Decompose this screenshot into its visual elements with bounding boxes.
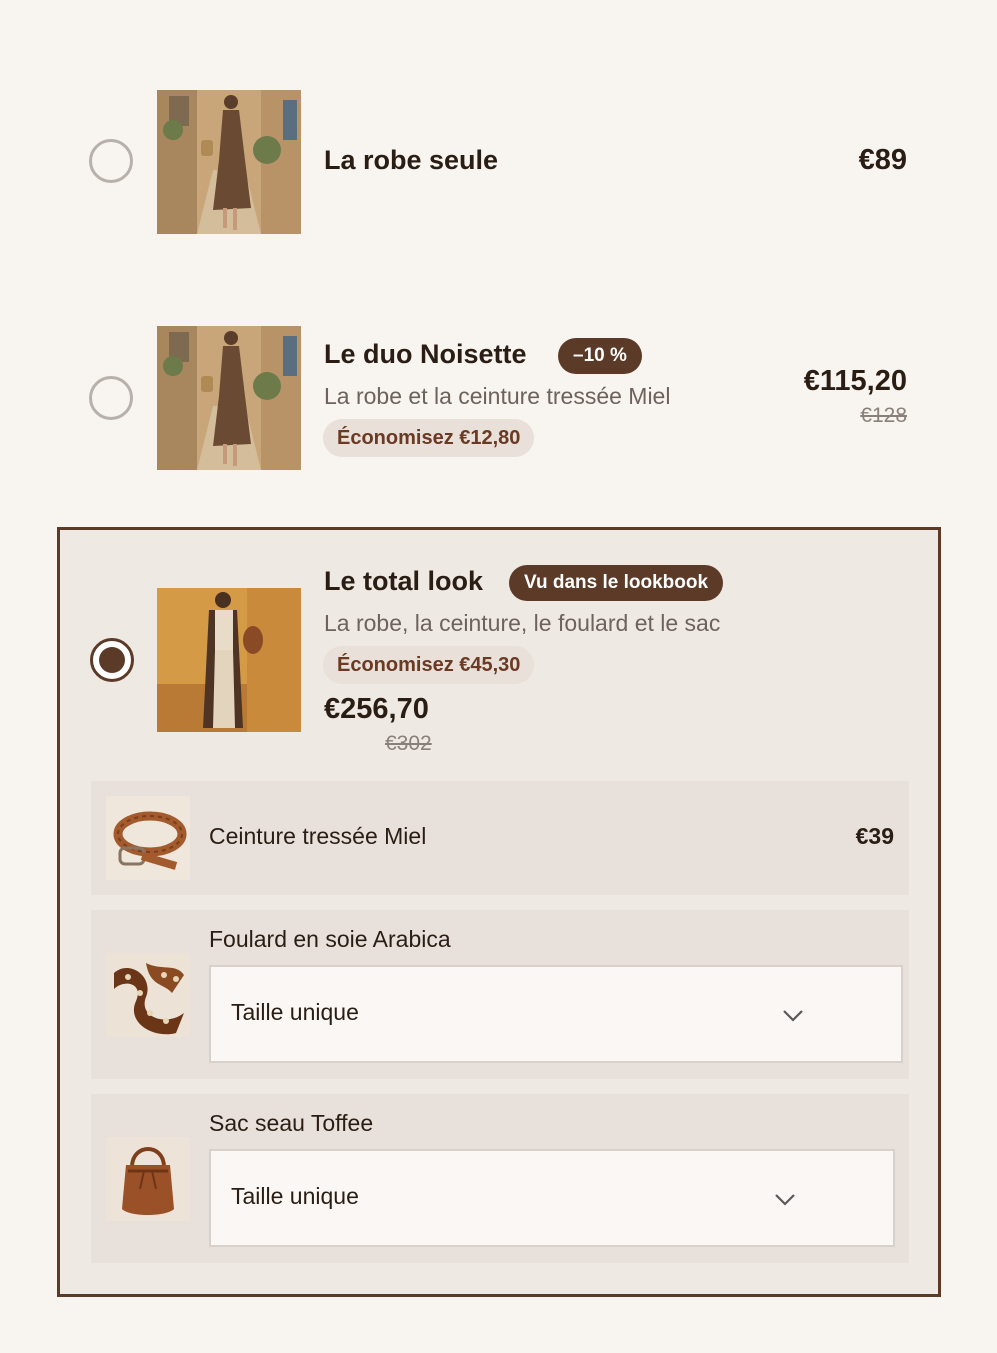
item-price: €39 — [855, 823, 894, 849]
compare-at-price: €302 — [385, 732, 432, 755]
silk-scarf-image — [106, 953, 190, 1037]
option-title: Le total look — [324, 566, 484, 596]
item-name: Foulard en soie Arabica — [209, 926, 451, 952]
option-price: €89 — [858, 144, 907, 176]
compare-at-price: €128 — [860, 404, 907, 427]
size-select[interactable]: Taille unique — [209, 965, 903, 1063]
chevron-down-icon — [775, 1194, 795, 1206]
option-title: Le duo Noisette — [324, 339, 527, 369]
dress-street-image — [157, 90, 301, 234]
select-value: Taille unique — [231, 1183, 359, 1209]
bundle-item-bag: Sac seau Toffee Taille unique — [91, 1094, 909, 1263]
chevron-down-icon — [783, 1010, 803, 1022]
item-name: Sac seau Toffee — [209, 1110, 374, 1136]
bundle-option-total-look[interactable]: Le total look Vu dans le lookbook La rob… — [57, 527, 941, 1297]
option-subtitle: La robe, la ceinture, le foulard et le s… — [324, 610, 721, 636]
bundle-option-dress-only[interactable]: La robe seule €89 — [57, 60, 941, 260]
outfit-image — [157, 588, 301, 732]
dress-street-image — [157, 326, 301, 470]
bundle-item-scarf: Foulard en soie Arabica Taille unique — [91, 910, 909, 1079]
braided-belt-image — [106, 796, 190, 880]
option-title: La robe seule — [324, 145, 499, 175]
radio-button[interactable] — [89, 139, 133, 183]
option-subtitle: La robe et la ceinture tressée Miel — [324, 383, 671, 409]
option-price: €115,20 — [803, 365, 907, 397]
option-price: €256,70 — [324, 693, 429, 725]
savings-badge: Économisez €45,30 — [323, 646, 535, 684]
select-value: Taille unique — [231, 999, 359, 1025]
bundle-item-belt: Ceinture tressée Miel €39 — [91, 781, 909, 895]
bundle-option-duo[interactable]: Le duo Noisette –10 % La robe et la cein… — [57, 297, 941, 497]
item-name: Ceinture tressée Miel — [209, 823, 427, 849]
savings-badge: Économisez €12,80 — [323, 419, 535, 457]
discount-badge: –10 % — [558, 338, 642, 374]
radio-button[interactable] — [89, 376, 133, 420]
size-select[interactable]: Taille unique — [209, 1149, 895, 1247]
lookbook-badge: Vu dans le lookbook — [509, 565, 724, 601]
bucket-bag-image — [106, 1137, 190, 1221]
radio-button-selected[interactable] — [90, 638, 134, 682]
